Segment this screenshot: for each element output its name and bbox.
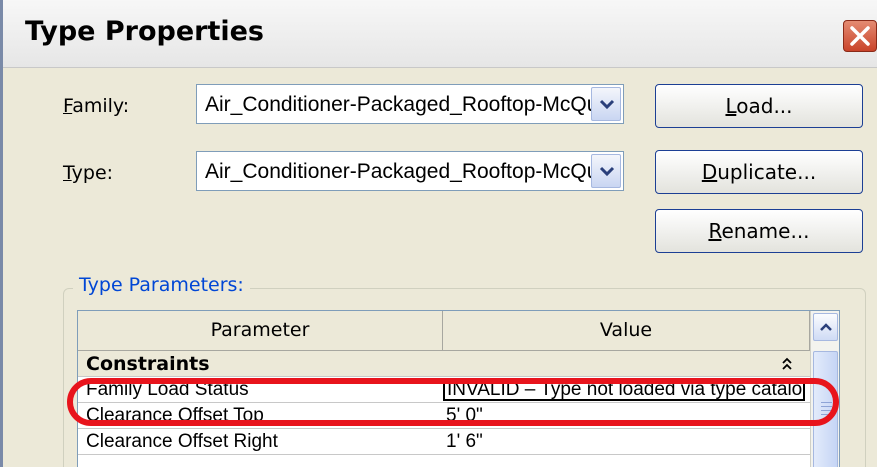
type-dropdown[interactable]: Air_Conditioner-Packaged_Rooftop-McQuay: [196, 151, 624, 191]
vertical-scrollbar[interactable]: [810, 311, 839, 467]
load-button[interactable]: Load...: [655, 84, 863, 128]
parameter-value[interactable]: 1' 6": [446, 429, 801, 455]
rename-button[interactable]: Rename...: [655, 209, 863, 253]
close-button[interactable]: [843, 20, 877, 52]
grip-icon: [821, 402, 832, 418]
family-label: Family:: [63, 95, 130, 117]
title-bar[interactable]: Type Properties: [3, 0, 877, 68]
type-dropdown-arrow[interactable]: [591, 154, 621, 188]
close-icon: [850, 26, 870, 46]
parameter-value-input[interactable]: INVALID – Type not loaded via type catal…: [443, 378, 805, 401]
table-row[interactable]: Family Load Status INVALID – Type not lo…: [78, 377, 810, 403]
parameter-value[interactable]: 5' 0": [446, 403, 801, 429]
parameter-name: Clearance Offset Right: [86, 431, 278, 452]
family-dropdown-value: Air_Conditioner-Packaged_Rooftop-McQuay: [205, 93, 593, 116]
chevron-down-icon: [599, 166, 615, 177]
category-row-constraints[interactable]: Constraints: [78, 351, 810, 377]
type-dropdown-value: Air_Conditioner-Packaged_Rooftop-McQuay: [205, 160, 593, 183]
table-row[interactable]: Clearance Offset Right 1' 6": [78, 429, 810, 455]
collapse-icon[interactable]: [781, 357, 793, 371]
column-header-value[interactable]: Value: [443, 311, 810, 351]
type-parameters-label: Type Parameters:: [73, 274, 250, 296]
column-header-parameter[interactable]: Parameter: [78, 311, 443, 351]
parameter-name: Clearance Offset Top: [86, 405, 264, 426]
scroll-up-button[interactable]: [813, 313, 838, 341]
parameter-name: Family Load Status: [86, 379, 249, 400]
dialog-title: Type Properties: [25, 16, 265, 47]
parameters-grid: Parameter Value Constraints Family Load …: [77, 310, 840, 467]
chevron-down-icon: [599, 99, 615, 110]
duplicate-button[interactable]: Duplicate...: [655, 150, 863, 194]
type-properties-dialog: Type Properties Family: Air_Conditioner-…: [0, 0, 877, 467]
chevron-up-icon: [820, 323, 832, 331]
category-label: Constraints: [86, 353, 210, 375]
table-row[interactable]: Clearance Offset Top 5' 0": [78, 403, 810, 429]
type-label: Type:: [63, 162, 114, 184]
scroll-thumb[interactable]: [813, 351, 838, 467]
family-dropdown[interactable]: Air_Conditioner-Packaged_Rooftop-McQuay: [196, 84, 624, 124]
family-dropdown-arrow[interactable]: [591, 87, 621, 121]
